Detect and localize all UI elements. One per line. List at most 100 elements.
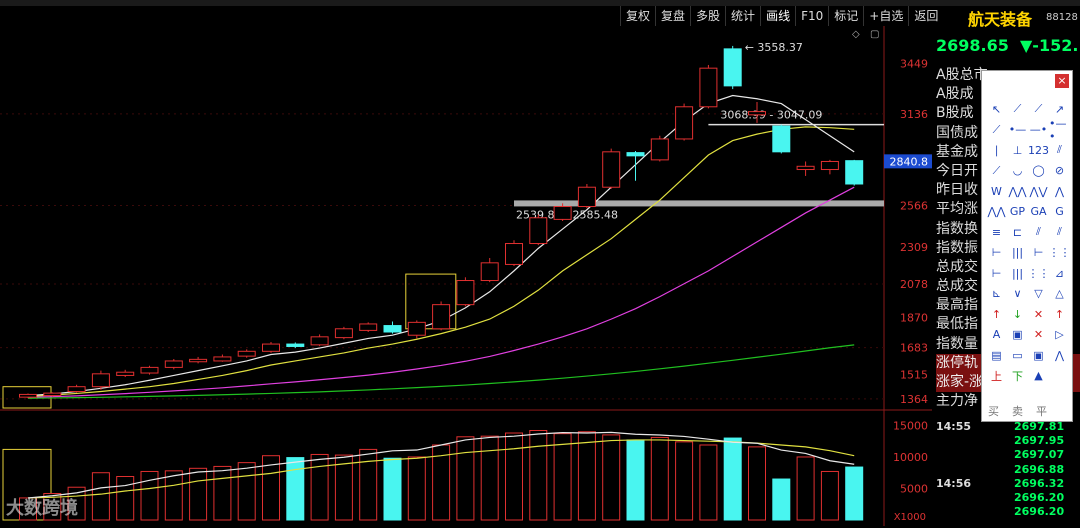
draw-tool-icon[interactable]: ∨ (1007, 284, 1028, 305)
volume-bar[interactable] (237, 462, 256, 521)
toolbar-button-4[interactable]: 画线 (760, 6, 795, 26)
candle-body[interactable] (505, 243, 523, 265)
candle-body[interactable] (237, 350, 256, 357)
candle-body[interactable] (67, 386, 86, 393)
draw-tool-icon[interactable]: 下 (1007, 366, 1028, 387)
volume-bar[interactable] (456, 436, 475, 521)
draw-tool-icon[interactable]: ⋀ (1049, 181, 1070, 202)
draw-tool-icon[interactable]: G (1049, 202, 1070, 223)
draw-tool-icon[interactable]: ||| (1007, 263, 1028, 284)
draw-tool-icon[interactable]: ⊢ (986, 263, 1007, 284)
toolbar-button-2[interactable]: 多股 (690, 6, 725, 26)
draw-tool-icon[interactable]: ⋮⋮ (1028, 263, 1050, 284)
candle-body[interactable] (213, 356, 232, 362)
draw-tool-icon[interactable]: ↓ (1007, 304, 1028, 325)
toolbar-button-1[interactable]: 复盘 (655, 6, 690, 26)
toolbar-button-6[interactable]: 标记 (828, 6, 863, 26)
candle-body[interactable] (577, 186, 596, 208)
toolbar-button-5[interactable]: F10 (795, 6, 828, 26)
draw-tool-icon[interactable]: ↑ (1049, 304, 1070, 325)
draw-tool-icon[interactable]: ◡ (1007, 161, 1028, 182)
draw-tool-icon[interactable]: ⟋ (986, 120, 1007, 141)
volume-bar[interactable] (480, 435, 499, 521)
candle-body[interactable] (456, 280, 475, 306)
close-icon[interactable]: × (1055, 74, 1069, 88)
candle-body[interactable] (383, 325, 402, 333)
draw-tool-icon[interactable]: ⊢ (1028, 243, 1049, 264)
draw-tool-icon[interactable]: ▣ (1007, 325, 1028, 346)
draw-tool-icon[interactable]: •— (1007, 120, 1028, 141)
drawing-tools-palette[interactable]: × ↖ ⟋ ⟋ ↗ ⟋ •— —• •—• ∣ ⊥ 123 ⫽ ⟋ ◡ ◯ ⊘ W ⋀⋀ ⋀⋁ ⋀ ⋀⋀ GP GA G ≡ ⊏ ⫽… (981, 70, 1073, 422)
candle-body[interactable] (407, 321, 426, 336)
draw-tool-icon[interactable]: ⟋ (986, 161, 1007, 182)
draw-tool-icon[interactable]: ⊾ (986, 284, 1007, 305)
candle-body[interactable] (334, 328, 353, 339)
draw-tool-icon[interactable]: 上 (986, 366, 1007, 387)
volume-bar[interactable] (553, 433, 572, 521)
volume-bar[interactable] (723, 437, 742, 521)
draw-tool-icon[interactable]: ✕ (1028, 325, 1049, 346)
toolbar-button-7[interactable]: +自选 (863, 6, 908, 26)
draw-tool-icon[interactable]: ⟋ (1028, 99, 1049, 120)
candle-body[interactable] (650, 138, 669, 161)
draw-tool-icon[interactable]: •—• (1049, 117, 1070, 143)
volume-bar[interactable] (505, 432, 523, 521)
candle-body[interactable] (140, 366, 159, 374)
candle-body[interactable] (189, 358, 208, 363)
candle-body[interactable] (164, 360, 183, 368)
candle-body[interactable] (116, 371, 135, 376)
candle-body[interactable] (675, 106, 694, 140)
candle-body[interactable] (772, 125, 791, 153)
candle-body[interactable] (796, 165, 815, 171)
volume-bar[interactable] (650, 436, 669, 521)
draw-tool-icon[interactable]: ≡ (986, 222, 1007, 243)
draw-tool-icon[interactable]: GP (1007, 202, 1028, 223)
volume-bar[interactable] (189, 467, 208, 521)
volume-bar[interactable] (116, 476, 135, 521)
volume-bar[interactable] (602, 434, 621, 521)
draw-tool-icon[interactable]: ▽ (1028, 284, 1049, 305)
draw-tool-icon[interactable]: ✕ (1028, 304, 1049, 325)
candle-body[interactable] (19, 393, 37, 398)
panel-toggle-icon[interactable]: ▢ (870, 29, 879, 40)
draw-tool-icon[interactable]: —• (1028, 120, 1049, 141)
volume-bar[interactable] (748, 446, 766, 521)
volume-bar[interactable] (626, 439, 645, 521)
draw-tool-icon[interactable]: ⊿ (1049, 263, 1070, 284)
candle-body[interactable] (286, 343, 305, 347)
draw-tool-icon[interactable]: ▣ (1028, 345, 1049, 366)
volume-bar[interactable] (164, 470, 183, 521)
draw-tool-icon[interactable]: W (986, 181, 1007, 202)
draw-tool-icon[interactable]: ⋀ (1049, 345, 1070, 366)
tick-list[interactable]: 14:55 2697.81 2697.95 2697.07 2696.88 14:56 26… (934, 420, 1080, 519)
draw-tool-icon[interactable]: ⫽ (1028, 222, 1049, 243)
candle-body[interactable] (529, 217, 548, 245)
diamond-icon[interactable]: ◇ (852, 29, 860, 40)
volume-bar[interactable] (675, 441, 694, 521)
candle-body[interactable] (359, 323, 378, 331)
candle-body[interactable] (432, 304, 451, 330)
volume-bar[interactable] (286, 457, 305, 521)
draw-tool-icon[interactable]: ◯ (1028, 161, 1049, 182)
draw-tool-icon[interactable]: ⋮⋮ (1049, 243, 1071, 264)
volume-bar[interactable] (310, 453, 329, 521)
draw-tool-icon[interactable]: ↑ (986, 304, 1007, 325)
volume-bar[interactable] (213, 465, 232, 521)
candlestick-chart[interactable]: 3449313628412566230920781870168315151364… (0, 26, 932, 526)
candle-body[interactable] (748, 111, 766, 116)
draw-tool-icon[interactable]: ∣ (986, 140, 1007, 161)
volume-bar[interactable] (383, 457, 402, 521)
volume-bar[interactable] (845, 466, 864, 521)
draw-tool-icon[interactable]: △ (1049, 284, 1070, 305)
draw-tool-icon[interactable]: ⊢ (986, 243, 1007, 264)
draw-tool-icon[interactable]: ↖ (986, 99, 1007, 120)
draw-tool-icon[interactable]: ▤ (986, 345, 1007, 366)
draw-tool-icon[interactable]: ||| (1007, 243, 1028, 264)
volume-bar[interactable] (359, 448, 378, 521)
volume-bar[interactable] (529, 429, 548, 521)
draw-tool-icon[interactable]: ▷ (1049, 325, 1070, 346)
volume-bar[interactable] (772, 478, 791, 521)
volume-bar[interactable] (820, 470, 839, 521)
candle-body[interactable] (310, 336, 329, 346)
draw-tool-icon[interactable]: 123 (1028, 140, 1049, 161)
